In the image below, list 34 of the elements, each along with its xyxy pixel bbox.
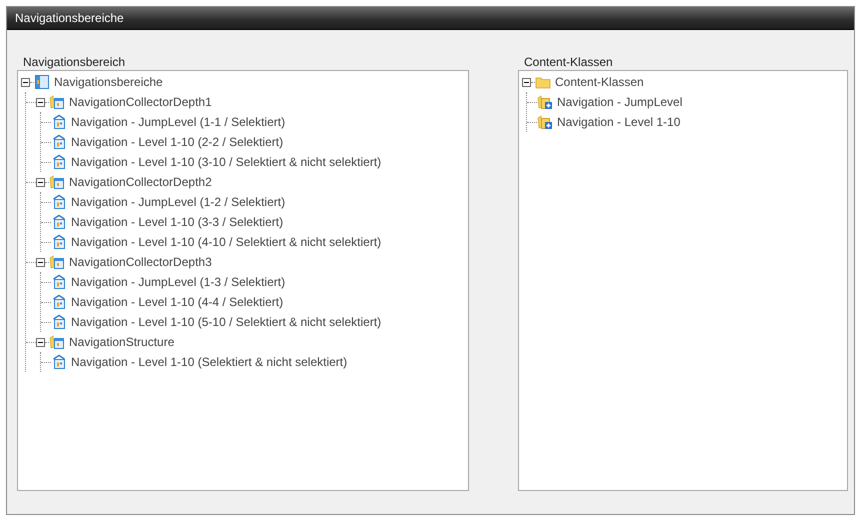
window-title: Navigationsbereiche bbox=[7, 7, 854, 30]
panel-icon bbox=[34, 74, 50, 90]
tree-item[interactable]: NavigationCollectorDepth3 bbox=[68, 255, 212, 269]
tree-item[interactable]: Navigation - Level 1-10 bbox=[556, 115, 680, 129]
collapse-toggle[interactable] bbox=[36, 258, 45, 266]
tree-item[interactable]: Navigation - JumpLevel (1-3 / Selektiert) bbox=[70, 275, 286, 289]
tree-item[interactable]: Navigation - JumpLevel (1-2 / Selektiert) bbox=[70, 195, 286, 209]
collapse-toggle[interactable] bbox=[36, 338, 45, 346]
folder-class-icon bbox=[537, 94, 553, 110]
collapse-toggle[interactable] bbox=[36, 98, 45, 106]
panel-label: Navigationsbereich bbox=[23, 55, 126, 70]
collapse-toggle[interactable] bbox=[21, 78, 30, 86]
folder-document-icon bbox=[49, 94, 65, 110]
folder-document-icon bbox=[49, 174, 65, 190]
folder-document-icon bbox=[49, 334, 65, 350]
tree-item[interactable]: Navigation - Level 1-10 (4-4 / Selektiert) bbox=[70, 295, 284, 309]
panel-label: Content-Klassen bbox=[524, 55, 614, 70]
tree-item[interactable]: Navigationsbereiche bbox=[53, 75, 163, 89]
tree-item[interactable]: Content-Klassen bbox=[554, 75, 644, 89]
collapse-toggle[interactable] bbox=[522, 78, 531, 86]
folder-document-icon bbox=[49, 254, 65, 270]
tree-item[interactable]: Navigation - Level 1-10 (4-10 / Selektiert & nicht selektiert) bbox=[70, 235, 382, 249]
tree-item[interactable]: NavigationStructure bbox=[68, 335, 174, 349]
tree-item[interactable]: NavigationCollectorDepth1 bbox=[68, 95, 212, 109]
tree-item[interactable]: NavigationCollectorDepth2 bbox=[68, 175, 212, 189]
tree-item[interactable]: Navigation - Level 1-10 (3-3 / Selektiert) bbox=[70, 215, 284, 229]
tree-item[interactable]: Navigation - Level 1-10 (3-10 / Selektiert & nicht selektiert) bbox=[70, 155, 382, 169]
collapse-toggle[interactable] bbox=[36, 178, 45, 186]
tree-item[interactable]: Navigation - Level 1-10 (2-2 / Selektiert) bbox=[70, 135, 284, 149]
tree-item[interactable]: Navigation - Level 1-10 (Selektiert & nicht selektiert) bbox=[70, 355, 348, 369]
tree-item[interactable]: Navigation - JumpLevel bbox=[556, 95, 682, 109]
folder-class-icon bbox=[537, 114, 553, 130]
tree-item[interactable]: Navigation - JumpLevel (1-1 / Selektiert) bbox=[70, 115, 286, 129]
tree-item[interactable]: Navigation - Level 1-10 (5-10 / Selektiert & nicht selektiert) bbox=[70, 315, 382, 329]
